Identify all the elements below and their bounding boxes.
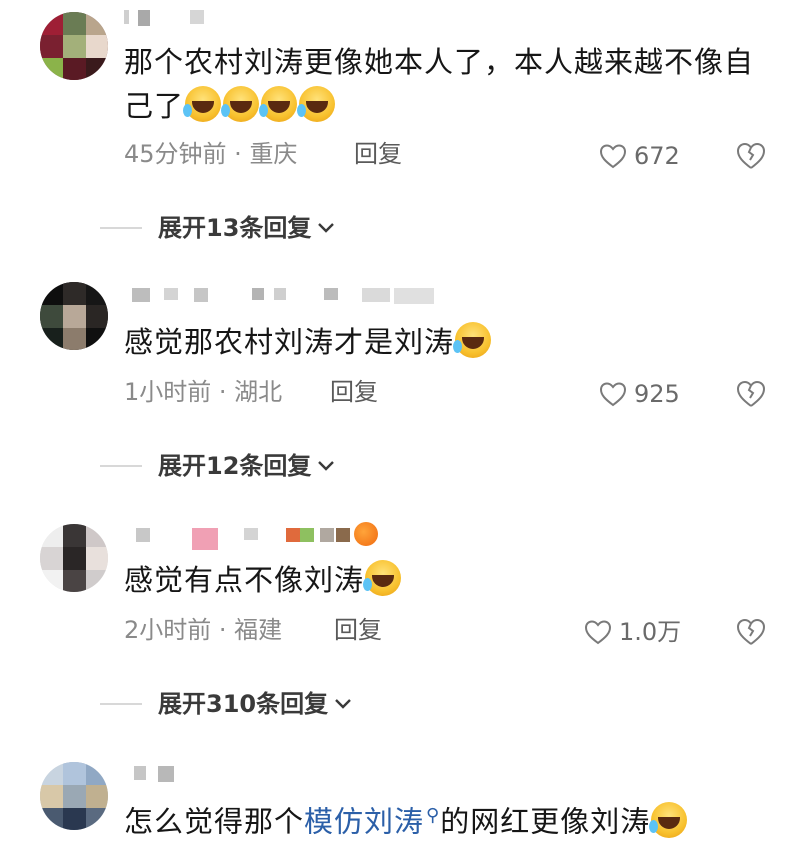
username-blurred[interactable] [124, 10, 214, 32]
avatar[interactable] [40, 762, 108, 830]
laughing-tears-emoji-icon [183, 86, 222, 122]
heart-outline-icon [599, 144, 627, 169]
comment-location: 重庆 [249, 140, 298, 168]
laughing-tears-emoji-icon [259, 86, 298, 122]
comment-text: 怎么觉得那个模仿刘涛 ⚲的网红更像刘涛 [124, 794, 764, 844]
meta-separator: · [226, 140, 250, 168]
comment-text: 那个农村刘涛更像她本人了，本人越来越不像自己了 [124, 40, 764, 128]
comment-text: 感觉有点不像刘涛 [124, 558, 764, 602]
comment-meta: 2小时前 · 福建 回复 [124, 612, 424, 648]
broken-heart-icon[interactable] [735, 616, 767, 648]
comment-body: 感觉有点不像刘涛 [124, 563, 365, 597]
avatar[interactable] [40, 12, 108, 80]
reply-button[interactable]: 回复 [334, 612, 382, 648]
expand-replies-label: 展开13条回复 [158, 214, 312, 242]
expand-replies-label: 展开12条回复 [158, 452, 312, 480]
expand-replies-button[interactable]: 展开13条回复 [100, 210, 337, 246]
chevron-down-icon [318, 461, 335, 471]
comment-time: 2小时前 [124, 616, 212, 644]
like-count: 672 [634, 142, 680, 170]
like-button[interactable]: 672 [598, 138, 680, 174]
laughing-tears-emoji-icon [221, 86, 260, 122]
avatar[interactable] [40, 282, 108, 350]
laughing-tears-emoji-icon [363, 560, 402, 596]
meta-separator: · [211, 616, 235, 644]
like-count: 925 [634, 380, 680, 408]
laughing-tears-emoji-icon [453, 322, 492, 358]
search-keyword-link[interactable]: 模仿刘涛 [304, 805, 424, 839]
username-blurred[interactable] [124, 522, 384, 550]
meta-separator: · [211, 378, 235, 406]
laughing-tears-emoji-icon [297, 86, 336, 122]
comment-body-end: 的网红更像刘涛 [440, 804, 651, 839]
divider [100, 227, 142, 229]
broken-heart-icon[interactable] [735, 378, 767, 410]
heart-outline-icon [599, 382, 627, 407]
comment-text: 感觉那农村刘涛才是刘涛 [124, 320, 764, 364]
search-icon[interactable]: ⚲ [426, 805, 440, 826]
orange-fruit-icon [354, 522, 378, 546]
divider [100, 465, 142, 467]
expand-replies-button[interactable]: 展开310条回复 [100, 686, 354, 722]
like-count: 1.0万 [619, 618, 682, 646]
laughing-tears-emoji-icon [649, 801, 688, 838]
comment-time: 1小时前 [124, 378, 212, 406]
username-blurred[interactable] [124, 766, 184, 788]
comment-location: 湖北 [234, 378, 283, 406]
heart-outline-icon [584, 620, 612, 645]
expand-replies-button[interactable]: 展开12条回复 [100, 448, 337, 484]
chevron-down-icon [335, 699, 351, 709]
username-blurred[interactable] [124, 288, 484, 310]
comment-time: 45分钟前 [124, 140, 227, 168]
comment-meta: 1小时前 · 湖北 回复 [124, 374, 424, 410]
avatar[interactable] [40, 524, 108, 592]
broken-heart-icon[interactable] [735, 140, 767, 172]
expand-replies-label: 展开310条回复 [158, 690, 329, 718]
comment-body-start: 怎么觉得那个 [124, 804, 305, 839]
comment-location: 福建 [234, 616, 283, 644]
like-button[interactable]: 925 [598, 376, 680, 412]
like-button[interactable]: 1.0万 [583, 614, 681, 650]
comment-body: 感觉那农村刘涛才是刘涛 [124, 325, 455, 359]
reply-button[interactable]: 回复 [330, 374, 378, 410]
divider [100, 703, 142, 705]
comment-meta: 45分钟前 · 重庆 回复 [124, 136, 424, 172]
reply-button[interactable]: 回复 [354, 136, 402, 172]
chevron-down-icon [318, 223, 335, 233]
